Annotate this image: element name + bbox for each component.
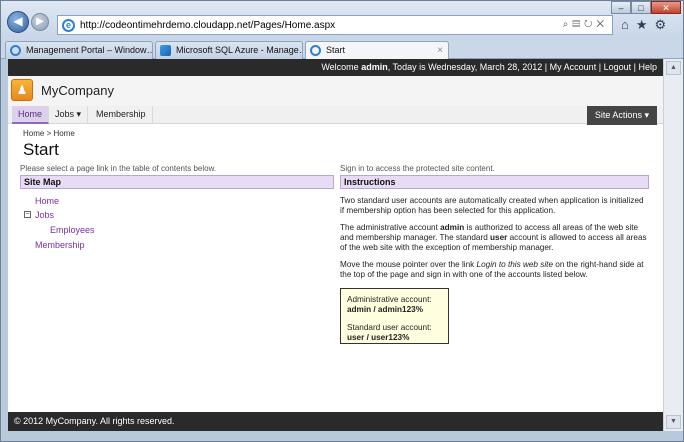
chevron-down-icon: ▾ (76, 109, 82, 119)
chevron-down-icon: ▾ (644, 110, 649, 120)
minimize-button[interactable]: – (611, 1, 631, 14)
browser-icons: ⌂★⚙ (621, 17, 673, 33)
site-map-tree: Home − Jobs Employees Membership (20, 189, 334, 309)
page-title: Start (23, 140, 59, 159)
user-account-name: user (490, 233, 508, 242)
window-controls: – □ ✕ (611, 1, 681, 14)
compat-view-icon[interactable]: ▤ (572, 19, 584, 30)
tab-bar: Management Portal – Window… Microsoft SQ… (1, 39, 683, 60)
footer: © 2012 MyCompany. All rights reserved. (8, 412, 663, 431)
instructions-paragraph: Move the mouse pointer over the link Log… (340, 260, 649, 280)
tab-close-icon[interactable]: × (437, 42, 443, 59)
separator: | (598, 62, 602, 72)
menu-home[interactable]: Home (12, 106, 50, 124)
instructions-heading: Instructions (340, 175, 649, 189)
tab-label: Start (326, 45, 346, 55)
user-credentials: user / user123% (347, 333, 442, 343)
menu-membership[interactable]: Membership (90, 106, 153, 124)
address-bar[interactable]: e http://codeontimehrdemo.cloudapp.net/P… (57, 15, 613, 35)
favorites-star-icon[interactable]: ★ (636, 17, 655, 32)
text: Move the mouse pointer over the link (340, 260, 477, 269)
instructions-column: Sign in to access the protected site con… (340, 164, 649, 344)
forward-button[interactable]: ▶ (31, 13, 49, 31)
tab-management-portal[interactable]: Management Portal – Window… (5, 41, 153, 59)
collapse-icon[interactable]: − (24, 211, 31, 218)
browser-toolbar: ◀ ▶ e http://codeontimehrdemo.cloudapp.n… (1, 1, 683, 41)
admin-credentials: admin / admin123% (347, 305, 442, 315)
brand-bar: ♟ MyCompany (8, 76, 663, 106)
sitemap-link-membership[interactable]: Membership (35, 240, 85, 250)
site-map-intro: Please select a page link in the table o… (20, 164, 217, 173)
sitemap-link-employees[interactable]: Employees (50, 225, 95, 235)
vertical-scrollbar[interactable]: ▲ ▼ (663, 59, 683, 431)
url-text[interactable]: http://codeontimehrdemo.cloudapp.net/Pag… (80, 20, 335, 31)
tab-sql-azure[interactable]: Microsoft SQL Azure - Manage… (155, 41, 303, 59)
ie-icon (10, 45, 21, 56)
separator: | (633, 62, 636, 72)
tab-label: Microsoft SQL Azure - Manage… (176, 45, 303, 55)
site-map-column: Please select a page link in the table o… (20, 164, 334, 309)
site-actions-button[interactable]: Site Actions ▾ (586, 106, 657, 125)
arrow-left-icon: ◀ (13, 14, 23, 28)
admin-credentials-value: admin / admin123% (347, 305, 423, 314)
user-bar: Welcome admin, Today is Wednesday, March… (8, 59, 663, 76)
admin-account-name: admin (440, 223, 465, 232)
instructions-paragraph: The administrative account admin is auth… (340, 223, 649, 253)
instructions-paragraph: Two standard user accounts are automatic… (340, 196, 644, 215)
site-actions-label: Site Actions (594, 110, 642, 120)
refresh-icon[interactable]: ↻ (584, 19, 596, 30)
logout-link[interactable]: Logout (604, 62, 632, 72)
login-link-mention: Login to this web site (476, 260, 553, 269)
instructions-intro: Sign in to access the protected site con… (340, 164, 495, 173)
text: The administrative account (340, 223, 441, 232)
user-account-label: Standard user account: (347, 323, 432, 332)
welcome-text: Welcome (321, 62, 359, 72)
gear-icon[interactable]: ⚙ (655, 17, 674, 32)
arrow-right-icon: ▶ (36, 16, 44, 27)
close-icon[interactable]: ✕ (596, 19, 608, 30)
date-text: , Today is Wednesday, March 28, 2012 | (387, 62, 548, 72)
close-window-button[interactable]: ✕ (651, 1, 681, 14)
help-link[interactable]: Help (638, 62, 657, 72)
address-tools: ⌕▤↻✕ (563, 19, 608, 30)
browser-window: ◀ ▶ e http://codeontimehrdemo.cloudapp.n… (0, 0, 684, 442)
menu-jobs-label: Jobs (55, 109, 75, 119)
my-account-link[interactable]: My Account (550, 62, 597, 72)
main-menu: Home Jobs ▾ Membership Site Actions ▾ (8, 106, 663, 125)
home-icon[interactable]: ⌂ (621, 17, 636, 32)
tab-start[interactable]: Start × (305, 41, 449, 60)
breadcrumb: Home > Home (23, 129, 75, 138)
site-map-heading: Site Map (20, 175, 334, 189)
ie-icon (310, 45, 321, 56)
company-logo-icon[interactable]: ♟ (11, 79, 33, 101)
company-name[interactable]: MyCompany (41, 83, 114, 98)
menu-jobs[interactable]: Jobs ▾ (49, 106, 89, 124)
search-icon[interactable]: ⌕ (563, 19, 573, 30)
tab-label: Management Portal – Window… (26, 45, 153, 55)
instructions-body: Two standard user accounts are automatic… (340, 196, 649, 344)
sitemap-link-jobs[interactable]: Jobs (35, 210, 54, 220)
scroll-up-icon[interactable]: ▲ (666, 61, 681, 75)
ie-icon: e (62, 19, 75, 32)
back-button[interactable]: ◀ (7, 11, 29, 33)
admin-account-label: Administrative account: (347, 295, 432, 304)
credentials-box: Administrative account: admin / admin123… (340, 288, 449, 344)
scroll-down-icon[interactable]: ▼ (666, 415, 681, 429)
sql-azure-icon (160, 45, 171, 56)
web-page: Welcome admin, Today is Wednesday, March… (8, 59, 663, 431)
user-credentials-value: user / user123% (347, 333, 410, 342)
maximize-button[interactable]: □ (631, 1, 651, 14)
username: admin (361, 62, 388, 72)
sitemap-link-home[interactable]: Home (35, 196, 59, 206)
